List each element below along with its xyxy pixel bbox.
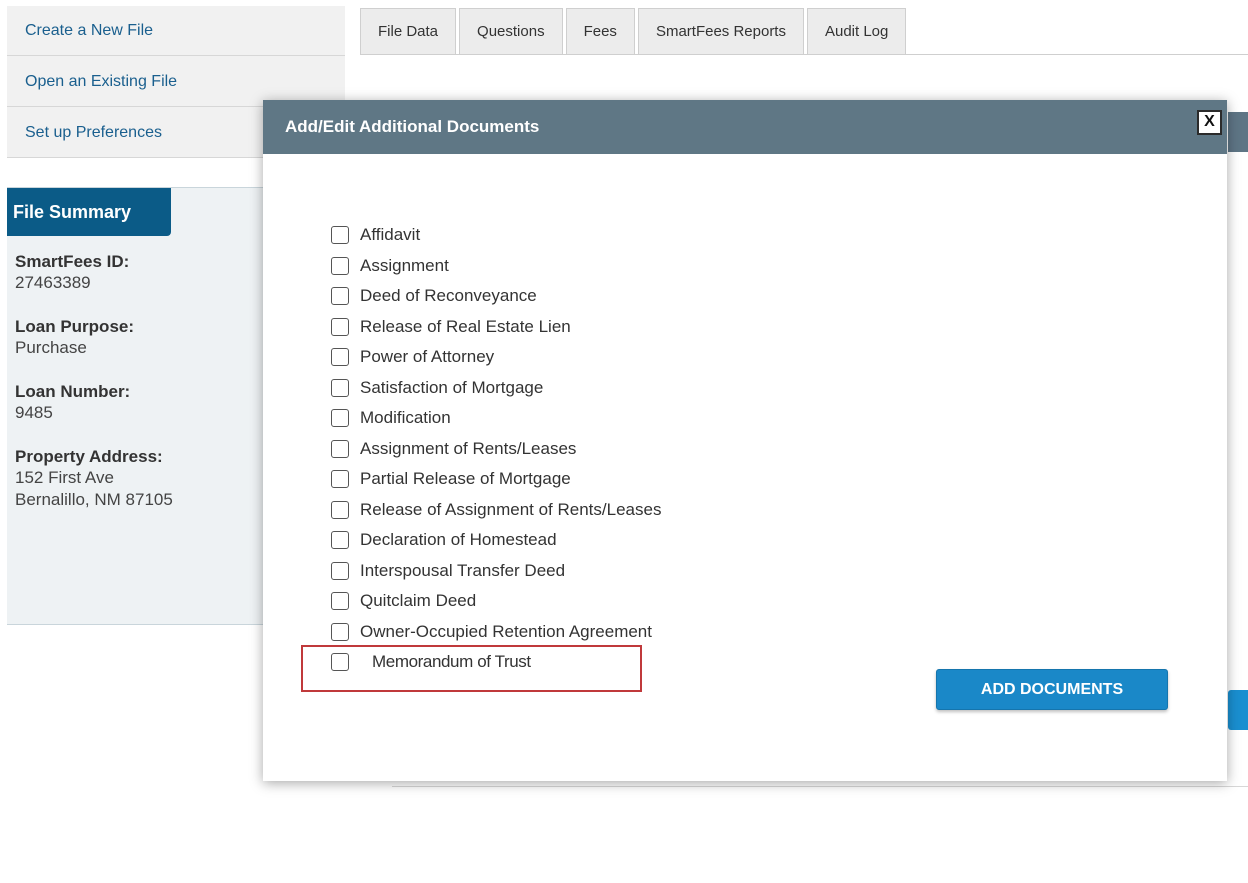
document-label: Power of Attorney xyxy=(360,347,495,367)
checkbox[interactable] xyxy=(331,409,349,428)
document-option[interactable]: Declaration of Homestead xyxy=(331,525,661,556)
checkbox[interactable] xyxy=(331,439,349,458)
document-label: Declaration of Homestead xyxy=(360,530,557,550)
document-option[interactable]: Assignment xyxy=(331,251,661,282)
file-summary-tab[interactable]: File Summary xyxy=(7,188,171,236)
summary-value: 152 First Ave xyxy=(15,468,114,487)
document-label: Quitclaim Deed xyxy=(360,591,477,611)
checkbox[interactable] xyxy=(331,226,349,245)
tab-fees[interactable]: Fees xyxy=(565,8,635,54)
summary-label: Loan Purpose: xyxy=(15,317,135,336)
summary-value: Bernalillo, NM 87105 xyxy=(15,490,173,509)
summary-field-loan-purpose: Loan Purpose: Purchase xyxy=(15,317,173,359)
highlight-annotation-box xyxy=(301,645,642,692)
document-option[interactable]: Modification xyxy=(331,403,661,434)
tabs-divider xyxy=(360,54,1248,55)
background-button-edge xyxy=(1228,690,1248,730)
document-option[interactable]: Assignment of Rents/Leases xyxy=(331,434,661,465)
document-option[interactable]: Affidavit xyxy=(331,220,661,251)
checkbox[interactable] xyxy=(331,470,349,489)
document-option[interactable]: Release of Real Estate Lien xyxy=(331,312,661,343)
summary-label: SmartFees ID: xyxy=(15,252,130,271)
checkbox[interactable] xyxy=(331,348,349,367)
summary-value: 9485 xyxy=(15,403,53,422)
document-label: Release of Assignment of Rents/Leases xyxy=(360,499,662,519)
tab-smartfees-reports[interactable]: SmartFees Reports xyxy=(637,8,804,54)
tab-file-data[interactable]: File Data xyxy=(360,8,457,54)
document-label: Satisfaction of Mortgage xyxy=(360,377,544,397)
document-label: Interspousal Transfer Deed xyxy=(360,560,566,580)
summary-value: 27463389 xyxy=(15,273,91,292)
summary-label: Property Address: xyxy=(15,447,163,466)
document-option[interactable]: Interspousal Transfer Deed xyxy=(331,556,661,587)
document-label: Assignment xyxy=(360,255,449,275)
modal-title: Add/Edit Additional Documents xyxy=(285,117,540,136)
document-label: Deed of Reconveyance xyxy=(360,286,537,306)
checkbox[interactable] xyxy=(331,256,349,275)
main-tabs: File Data Questions Fees SmartFees Repor… xyxy=(360,8,909,54)
document-option[interactable]: Owner-Occupied Retention Agreement xyxy=(331,617,661,648)
background-panel-header-edge xyxy=(1228,112,1248,152)
document-option[interactable]: Satisfaction of Mortgage xyxy=(331,373,661,404)
document-option[interactable]: Deed of Reconveyance xyxy=(331,281,661,312)
document-option[interactable]: Power of Attorney xyxy=(331,342,661,373)
checkbox[interactable] xyxy=(331,287,349,306)
summary-field-smartfees-id: SmartFees ID: 27463389 xyxy=(15,252,173,294)
background-divider xyxy=(392,786,1248,787)
document-label: Modification xyxy=(360,408,451,428)
document-label: Partial Release of Mortgage xyxy=(360,469,571,489)
checkbox[interactable] xyxy=(331,500,349,519)
checkbox[interactable] xyxy=(331,592,349,611)
document-label: Assignment of Rents/Leases xyxy=(360,438,577,458)
add-documents-button[interactable]: ADD DOCUMENTS xyxy=(936,669,1168,710)
tab-audit-log[interactable]: Audit Log xyxy=(806,8,907,54)
checkbox[interactable] xyxy=(331,378,349,397)
nav-create-new-file[interactable]: Create a New File xyxy=(7,6,345,56)
document-label: Release of Real Estate Lien xyxy=(360,316,571,336)
tab-questions[interactable]: Questions xyxy=(459,8,563,54)
checkbox[interactable] xyxy=(331,531,349,550)
summary-field-property-address: Property Address: 152 First Ave Bernalil… xyxy=(15,447,173,511)
checkbox[interactable] xyxy=(331,561,349,580)
document-option[interactable]: Partial Release of Mortgage xyxy=(331,464,661,495)
summary-value: Purchase xyxy=(15,338,87,357)
checkbox[interactable] xyxy=(331,622,349,641)
document-label: Owner-Occupied Retention Agreement xyxy=(360,621,652,641)
modal-header: Add/Edit Additional Documents X xyxy=(263,100,1227,154)
close-button[interactable]: X xyxy=(1197,110,1222,135)
add-edit-documents-modal: Add/Edit Additional Documents X Affidavi… xyxy=(263,100,1227,781)
summary-field-loan-number: Loan Number: 9485 xyxy=(15,382,173,424)
document-option[interactable]: Quitclaim Deed xyxy=(331,586,661,617)
document-option[interactable]: Release of Assignment of Rents/Leases xyxy=(331,495,661,526)
file-summary-body: SmartFees ID: 27463389 Loan Purpose: Pur… xyxy=(15,252,173,534)
summary-label: Loan Number: xyxy=(15,382,131,401)
document-label: Affidavit xyxy=(360,225,421,245)
document-checklist: Affidavit Assignment Deed of Reconveyanc… xyxy=(331,220,661,678)
checkbox[interactable] xyxy=(331,317,349,336)
